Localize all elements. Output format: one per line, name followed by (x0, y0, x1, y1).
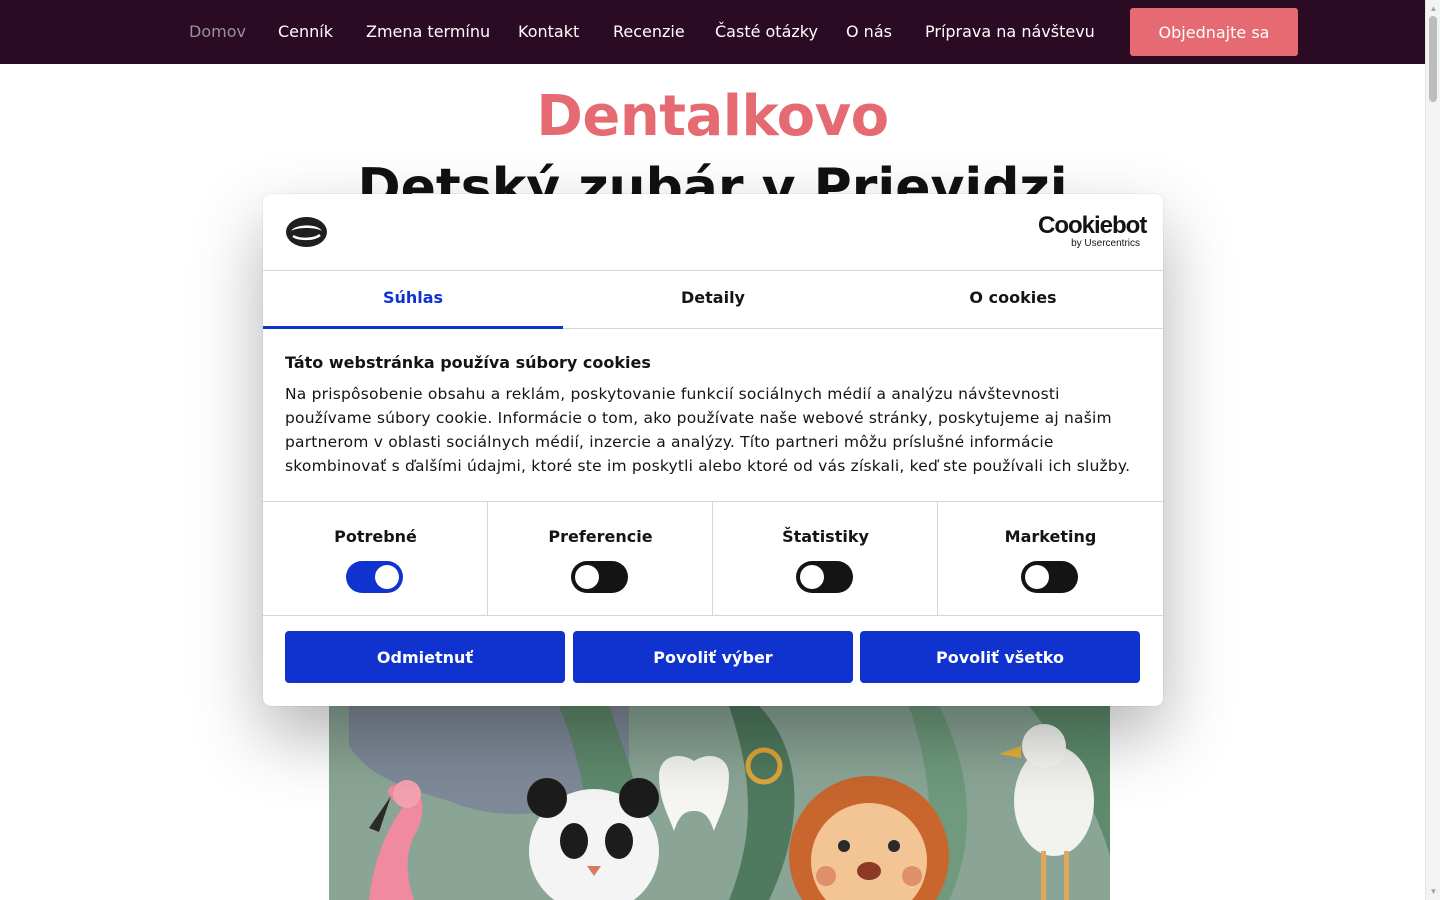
nav-link-o-nas[interactable]: O nás (846, 0, 892, 64)
cookie-dialog-text: Na prispôsobenie obsahu a reklám, poskyt… (285, 385, 1131, 475)
category-statistics: Štatistiky (713, 502, 938, 616)
scroll-up-icon[interactable]: ▲ (1429, 4, 1438, 13)
allow-all-button[interactable]: Povoliť všetko (860, 631, 1140, 683)
top-navigation: Domov Cenník Zmena termínu Kontakt Recen… (0, 0, 1425, 64)
category-label: Marketing (1004, 527, 1097, 546)
necessary-toggle[interactable] (346, 561, 403, 593)
preferences-toggle[interactable] (571, 561, 628, 593)
toggle-knob (375, 565, 399, 589)
statistics-toggle[interactable] (796, 561, 853, 593)
nav-link-kontakt[interactable]: Kontakt (518, 0, 579, 64)
category-label: Potrebné (334, 527, 417, 546)
jungle-animals-illustration (329, 706, 1110, 900)
site-brand-title: Dentalkovo (536, 84, 889, 149)
category-marketing: Marketing (938, 502, 1163, 616)
nav-link-zmena-terminu[interactable]: Zmena termínu (366, 0, 490, 64)
toggle-knob (575, 565, 599, 589)
nav-link-recenzie[interactable]: Recenzie (613, 0, 685, 64)
tab-suhlas[interactable]: Súhlas (263, 271, 563, 329)
toggle-knob (1025, 565, 1049, 589)
cookie-category-toggles: Potrebné Preferencie Štatistiky Marketin… (263, 501, 1163, 616)
nav-link-priprava[interactable]: Príprava na návštevu (925, 0, 1095, 64)
nav-link-cennik[interactable]: Cenník (278, 0, 333, 64)
nav-link-caste-otazky[interactable]: Časté otázky (715, 0, 818, 64)
reject-button[interactable]: Odmietnuť (285, 631, 565, 683)
category-label: Preferencie (548, 527, 653, 546)
cookie-consent-dialog: Cookiebot by Usercentrics Súhlas Detaily… (263, 194, 1163, 706)
cookie-logo-icon (286, 217, 327, 247)
cookiebot-wordmark: Cookiebot (1038, 212, 1147, 239)
marketing-toggle[interactable] (1021, 561, 1078, 593)
toggle-knob (800, 565, 824, 589)
scroll-thumb[interactable] (1429, 16, 1437, 102)
tab-o-cookies[interactable]: O cookies (863, 271, 1163, 329)
cookie-tabs: Súhlas Detaily O cookies (263, 271, 1163, 329)
tab-detaily[interactable]: Detaily (563, 271, 863, 329)
hero-headline: Detský zubár v Prievidzi (357, 158, 1068, 194)
page-scrollbar[interactable]: ▲ ▼ (1425, 0, 1440, 900)
category-label: Štatistiky (782, 527, 869, 546)
scroll-down-icon[interactable]: ▼ (1429, 887, 1438, 896)
category-preferences: Preferencie (488, 502, 713, 616)
cookie-dialog-title: Táto webstránka používa súbory cookies (285, 353, 651, 372)
cookiebot-logo[interactable]: Cookiebot by Usercentrics (1038, 212, 1147, 250)
allow-selection-button[interactable]: Povoliť výber (573, 631, 853, 683)
category-necessary: Potrebné (263, 502, 488, 616)
book-appointment-button[interactable]: Objednajte sa (1130, 8, 1298, 56)
cookie-dialog-header: Cookiebot by Usercentrics (263, 194, 1163, 271)
hero-illustration (329, 706, 1110, 900)
cookiebot-byline: by Usercentrics (1071, 238, 1140, 249)
nav-link-domov[interactable]: Domov (189, 0, 246, 64)
